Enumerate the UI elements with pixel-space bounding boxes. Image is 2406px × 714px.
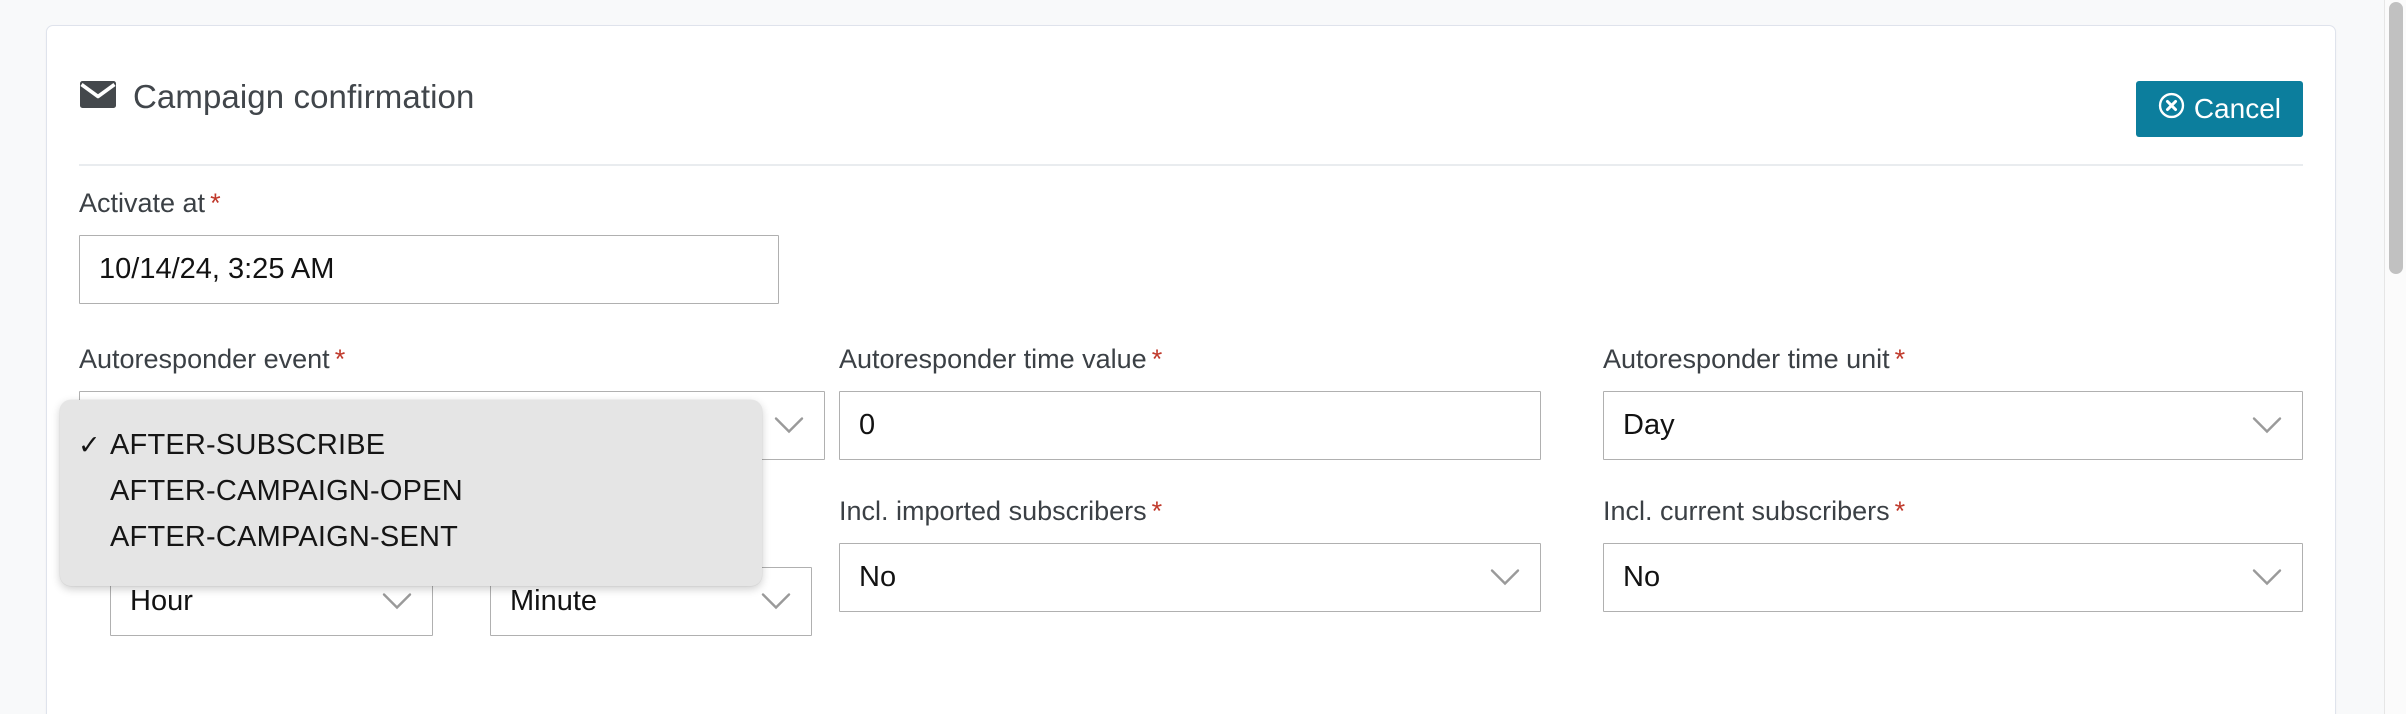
dropdown-option-after-campaign-sent[interactable]: AFTER-CAMPAIGN-SENT bbox=[60, 514, 762, 560]
label-autoresponder-time-unit: Autoresponder time unit * bbox=[1603, 344, 1906, 374]
activate-at-value: 10/14/24, 3:25 AM bbox=[99, 253, 335, 285]
label-incl-imported-subscribers: Incl. imported subscribers * bbox=[839, 496, 1163, 526]
dropdown-option-after-subscribe[interactable]: ✓ AFTER-SUBSCRIBE bbox=[60, 422, 762, 468]
minute-value: Minute bbox=[510, 585, 598, 617]
chevron-down-icon bbox=[1490, 561, 1520, 594]
chevron-down-icon bbox=[382, 585, 412, 618]
vertical-scrollbar[interactable] bbox=[2384, 0, 2406, 714]
page-root: Campaign confirmation Cancel Activate at… bbox=[0, 0, 2406, 714]
cancel-button-label: Cancel bbox=[2193, 93, 2281, 124]
chevron-down-icon bbox=[774, 409, 804, 442]
field-incl-imported-subscribers: Incl. imported subscribers * No bbox=[839, 498, 1541, 612]
label-autoresponder-time-value: Autoresponder time value * bbox=[839, 344, 1163, 374]
required-marker: * bbox=[1894, 496, 1906, 526]
required-marker: * bbox=[1151, 344, 1163, 374]
incl-current-subscribers-value: No bbox=[1623, 561, 1661, 593]
field-autoresponder-time-value: Autoresponder time value * 0 bbox=[839, 346, 1541, 460]
autoresponder-time-unit-select[interactable]: Day bbox=[1603, 391, 2303, 460]
chevron-down-icon bbox=[2252, 409, 2282, 442]
incl-current-subscribers-select[interactable]: No bbox=[1603, 543, 2303, 612]
label-incl-current-subscribers: Incl. current subscribers * bbox=[1603, 496, 1906, 526]
incl-imported-subscribers-select[interactable]: No bbox=[839, 543, 1541, 612]
autoresponder-time-unit-value: Day bbox=[1623, 409, 1675, 441]
page-title: Campaign confirmation bbox=[80, 78, 474, 116]
field-autoresponder-time-unit: Autoresponder time unit * Day bbox=[1603, 346, 2303, 460]
scrollbar-thumb[interactable] bbox=[2389, 2, 2403, 274]
field-activate-at: Activate at * 10/14/24, 3:25 AM bbox=[79, 190, 779, 304]
label-autoresponder-event: Autoresponder event * bbox=[79, 344, 346, 374]
envelope-icon bbox=[80, 78, 116, 116]
card-header: Campaign confirmation Cancel bbox=[47, 26, 2335, 166]
dropdown-option-after-campaign-open[interactable]: AFTER-CAMPAIGN-OPEN bbox=[60, 468, 762, 514]
chevron-down-icon bbox=[2252, 561, 2282, 594]
dropdown-option-label: AFTER-CAMPAIGN-SENT bbox=[110, 520, 459, 553]
dropdown-option-label: AFTER-CAMPAIGN-OPEN bbox=[110, 474, 463, 507]
circle-x-icon bbox=[2158, 92, 2185, 126]
chevron-down-icon bbox=[761, 585, 791, 618]
activate-at-input[interactable]: 10/14/24, 3:25 AM bbox=[79, 235, 779, 304]
autoresponder-time-value-input[interactable]: 0 bbox=[839, 391, 1541, 460]
dropdown-option-label: AFTER-SUBSCRIBE bbox=[110, 428, 386, 461]
campaign-confirmation-card: Campaign confirmation Cancel Activate at… bbox=[46, 25, 2336, 714]
label-activate-at: Activate at * bbox=[79, 188, 221, 218]
hour-value: Hour bbox=[130, 585, 193, 617]
field-incl-current-subscribers: Incl. current subscribers * No bbox=[1603, 498, 2303, 612]
page-title-text: Campaign confirmation bbox=[133, 78, 475, 115]
cancel-button[interactable]: Cancel bbox=[2135, 81, 2303, 137]
required-marker: * bbox=[334, 344, 346, 374]
autoresponder-event-dropdown[interactable]: ✓ AFTER-SUBSCRIBE AFTER-CAMPAIGN-OPEN AF… bbox=[60, 400, 762, 586]
incl-imported-subscribers-value: No bbox=[859, 561, 897, 593]
autoresponder-time-value-text: 0 bbox=[859, 409, 876, 441]
check-icon: ✓ bbox=[78, 429, 101, 460]
required-marker: * bbox=[210, 188, 221, 218]
required-marker: * bbox=[1894, 344, 1906, 374]
header-divider bbox=[79, 164, 2303, 166]
required-marker: * bbox=[1151, 496, 1163, 526]
